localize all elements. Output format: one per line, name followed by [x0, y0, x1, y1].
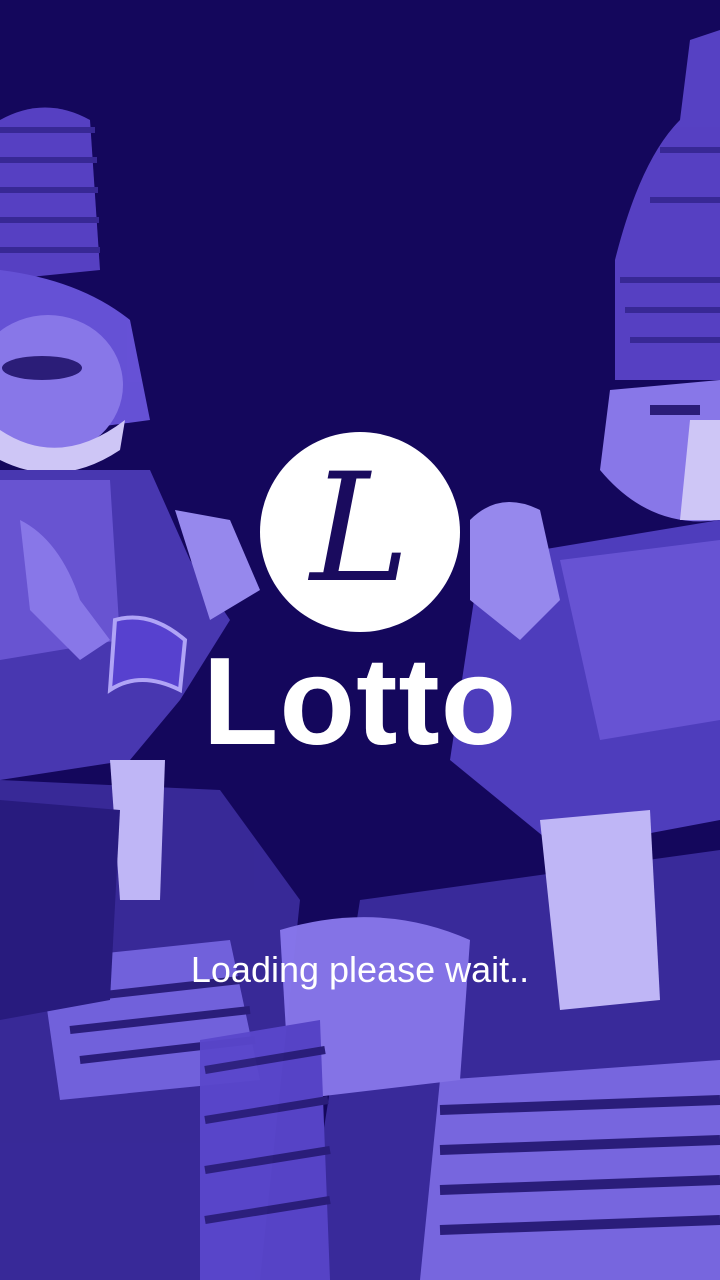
splash-screen: L Lotto Loading please wait.. [0, 0, 720, 1280]
script-L-logo-icon: L [310, 442, 410, 616]
app-title: Lotto [202, 633, 518, 771]
loading-status-text: Loading please wait.. [190, 949, 530, 990]
app-logo: L [260, 432, 460, 632]
